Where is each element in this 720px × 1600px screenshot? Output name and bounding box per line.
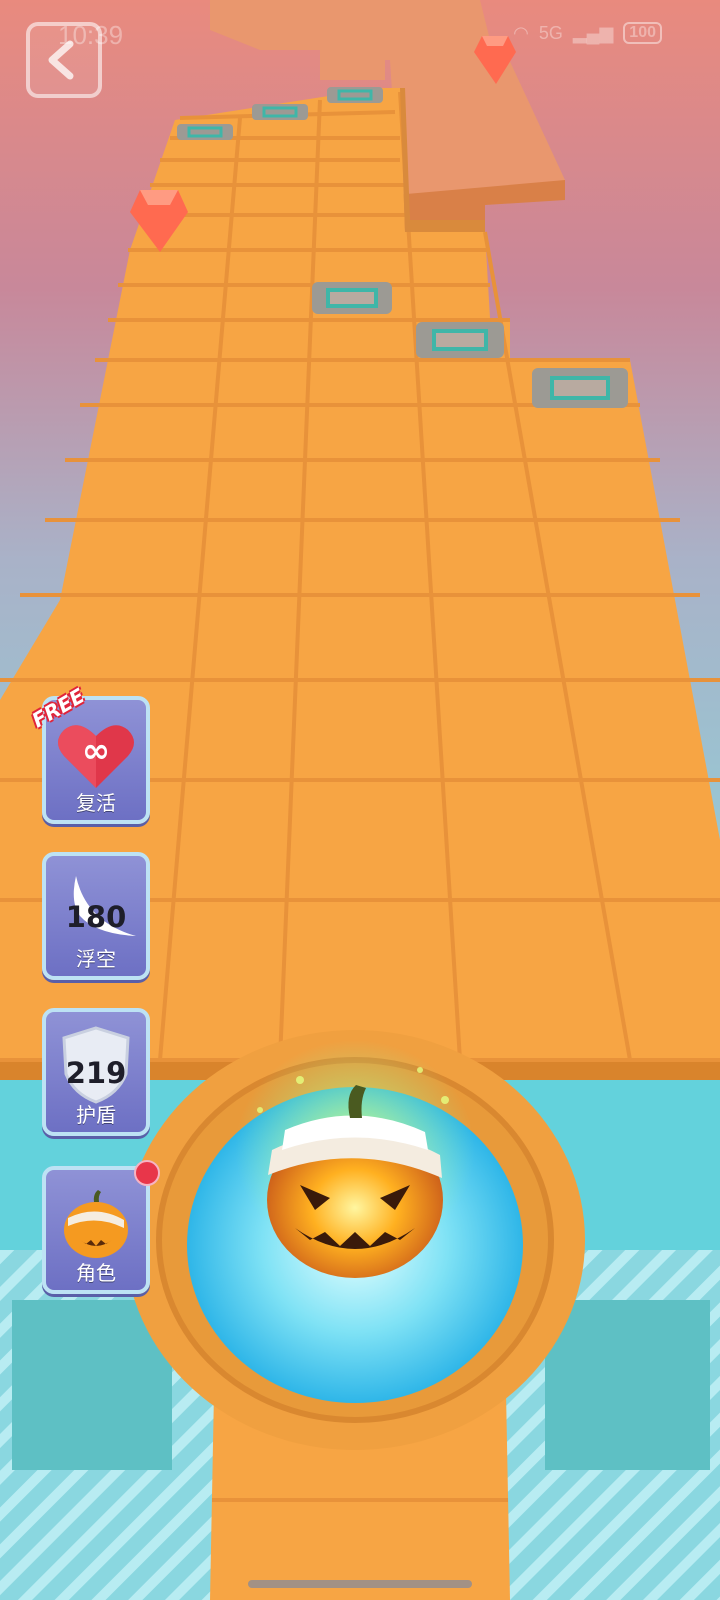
heart-infinity-icon: ∞ (58, 725, 134, 788)
back-arrow-icon (48, 40, 74, 80)
revive-button[interactable]: ∞ FREE 复活 (28, 684, 150, 824)
float-button[interactable]: 180 浮空 (42, 852, 150, 980)
battery-indicator: 100 (623, 22, 662, 44)
signal-icon: ▂▄▆ (572, 22, 614, 43)
character-label: 角色 (76, 1261, 116, 1285)
notification-dot (134, 1160, 160, 1186)
float-label: 浮空 (76, 947, 116, 971)
float-count: 180 (65, 900, 127, 934)
home-indicator[interactable] (248, 1580, 472, 1588)
svg-text:∞: ∞ (82, 731, 110, 771)
shield-count: 219 (65, 1056, 127, 1090)
status-bar: 10:39 ◠ 5G ▂▄▆ 100 (0, 14, 720, 54)
character-button[interactable]: 角色 (42, 1160, 160, 1294)
shield-label: 护盾 (76, 1103, 116, 1127)
shield-button[interactable]: 219 护盾 (42, 1008, 150, 1136)
back-button[interactable] (26, 22, 102, 98)
network-label: 5G (538, 22, 563, 43)
floor-tile-right (545, 1300, 710, 1470)
status-icons: ◠ 5G ▂▄▆ 100 (513, 22, 662, 44)
wifi-icon: ◠ (513, 22, 529, 43)
revive-label: 复活 (76, 791, 116, 815)
